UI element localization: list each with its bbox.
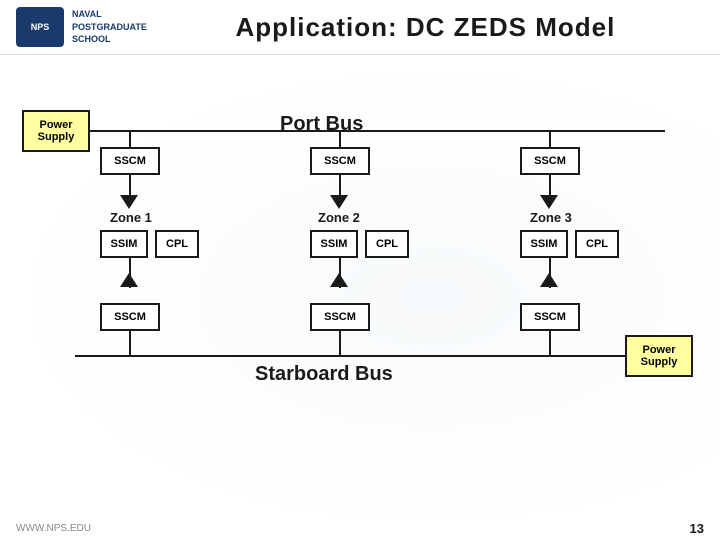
header: NPS NAVAL POSTGRADUATE SCHOOL Applicatio… (0, 0, 720, 55)
vline-bottom-left-to-bus (129, 331, 131, 356)
ssim-zone3: SSIM (520, 230, 568, 258)
cpl-zone2: CPL (365, 230, 409, 258)
cpl-zone1: CPL (155, 230, 199, 258)
power-supply-topleft: Power Supply (22, 110, 90, 152)
page-number: 13 (690, 521, 704, 536)
arrow-down-sscm-left (120, 195, 138, 209)
vline-port-to-sscm-left (129, 130, 131, 147)
sscm-top-right: SSCM (520, 147, 580, 175)
power-supply-bottomright: Power Supply (625, 335, 693, 377)
cpl-zone3: CPL (575, 230, 619, 258)
zone3-label: Zone 3 (530, 210, 572, 225)
sscm-bottom-right: SSCM (520, 303, 580, 331)
sscm-top-center: SSCM (310, 147, 370, 175)
school-name: NAVAL POSTGRADUATE SCHOOL (72, 8, 147, 46)
vline-sscm-top-left-down (129, 175, 131, 195)
arrow-down-sscm-right (540, 195, 558, 209)
vline-sscm-top-center-down (339, 175, 341, 195)
sscm-bottom-center: SSCM (310, 303, 370, 331)
vline-port-to-sscm-right (549, 130, 551, 147)
ssim-zone1: SSIM (100, 230, 148, 258)
sscm-top-left: SSCM (100, 147, 160, 175)
port-bus-line (75, 130, 665, 132)
footer: WWW.NPS.EDU 13 (0, 521, 720, 536)
page-title: Application: DC ZEDS Model (147, 12, 704, 43)
vline-sscm-top-right-down (549, 175, 551, 195)
vline-bottom-center-to-bus (339, 331, 341, 356)
arrow-up-zone1 (120, 273, 138, 287)
arrow-down-sscm-center (330, 195, 348, 209)
starboard-bus-label: Starboard Bus (255, 363, 393, 386)
logo-area: NPS NAVAL POSTGRADUATE SCHOOL (16, 7, 147, 47)
logo-icon: NPS (16, 7, 64, 47)
zone1-label: Zone 1 (110, 210, 152, 225)
arrow-up-zone3 (540, 273, 558, 287)
port-bus-label: Port Bus (280, 113, 363, 136)
vline-bottom-right-to-bus (549, 331, 551, 356)
main-content: Port Bus Power Supply SSCM SSCM SSCM Zon… (0, 55, 720, 540)
sscm-bottom-left: SSCM (100, 303, 160, 331)
zone2-label: Zone 2 (318, 210, 360, 225)
vline-port-to-sscm-center (339, 130, 341, 147)
ssim-zone2: SSIM (310, 230, 358, 258)
website-url: WWW.NPS.EDU (16, 523, 91, 534)
arrow-up-zone2 (330, 273, 348, 287)
starboard-bus-line (75, 355, 665, 357)
